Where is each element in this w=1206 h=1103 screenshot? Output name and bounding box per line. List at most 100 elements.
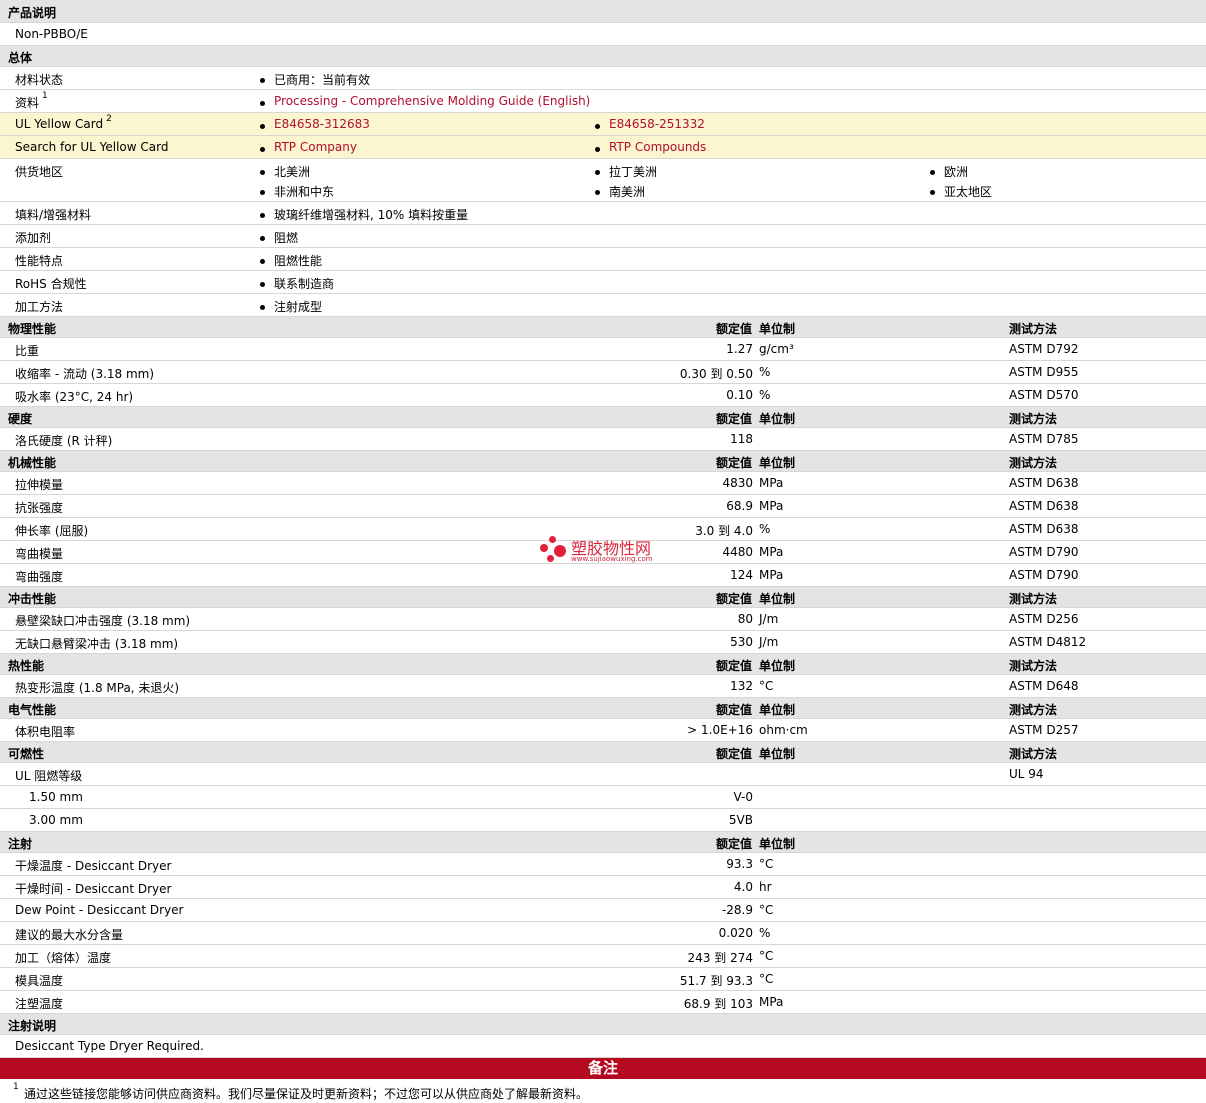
col-header-nominal: 额定值 — [715, 747, 752, 761]
watermark-logo: 塑胶物性网 www.sujiaowuxing.com — [540, 536, 670, 566]
injection-notes-text: Desiccant Type Dryer Required. — [15, 1039, 204, 1053]
section-title: 热性能 — [8, 659, 45, 673]
property-row: 比重 1.27 g/cm³ ASTM D792 — [0, 338, 1206, 361]
nominal-value: 3.0 到 4.0 — [695, 524, 753, 538]
nominal-value: 51.7 到 93.3 — [679, 974, 753, 988]
property-label: 弯曲强度 — [15, 570, 64, 584]
nominal-value: 4.0 — [733, 880, 753, 894]
property-row: 收缩率 - 流动 (3.18 mm) 0.30 到 0.50% ASTM D955 — [0, 361, 1206, 384]
nominal-value: 4480 — [722, 545, 753, 559]
col-header-nominal: 额定值 — [715, 703, 752, 717]
filler-value: 玻璃纤维增强材料, 10% 填料按重量 — [260, 206, 468, 223]
col-header-unit: 单位制 — [759, 659, 796, 673]
property-label: 注塑温度 — [15, 997, 64, 1011]
row-label: 供货地区 — [15, 165, 64, 179]
nominal-value: 4830 — [722, 476, 753, 490]
search-ul-card-row: Search for UL Yellow Card RTP Company RT… — [0, 136, 1206, 159]
property-label: 吸水率 (23°C, 24 hr) — [15, 390, 134, 404]
col-header-unit: 单位制 — [759, 456, 796, 470]
unit: J/m — [759, 635, 779, 649]
region-item: 非洲和中东 — [260, 183, 334, 200]
injection-notes-row: Desiccant Type Dryer Required. — [0, 1035, 1206, 1058]
row-label: UL Yellow Card 2 — [15, 114, 112, 131]
property-row: 注塑温度 68.9 到 103 MPa — [0, 991, 1206, 1014]
section-header-injection: 注射 额定值 单位制 — [0, 832, 1206, 853]
row-label: 资料 1 — [15, 91, 48, 110]
property-label: 伸长率 (屈服) — [15, 524, 89, 538]
watermark-dots-icon — [540, 536, 568, 564]
test-method: ASTM D638 — [1009, 499, 1079, 513]
property-label: 加工（熔体）温度 — [15, 951, 112, 965]
property-row: 干燥时间 - Desiccant Dryer 4.0 hr — [0, 876, 1206, 899]
property-row: 抗张强度 68.9 MPa ASTM D638 — [0, 495, 1206, 518]
unit: % — [759, 388, 771, 402]
search-link-rtp-compounds[interactable]: RTP Compounds — [595, 140, 706, 154]
flammability-rows: 1.50 mm V-0 3.00 mm 5VB — [0, 786, 1206, 832]
property-label: 收缩率 - 流动 (3.18 mm) — [15, 367, 155, 381]
footnote-marker: 2 — [106, 114, 112, 124]
row-label: UL 阻燃等级 — [15, 769, 83, 783]
injection-rows: 干燥温度 - Desiccant Dryer 93.3 °C 干燥时间 - Desic… — [0, 853, 1206, 1014]
nominal-value: 243 到 274 — [687, 951, 753, 965]
unit: MPa — [759, 499, 784, 513]
test-method: ASTM D790 — [1009, 568, 1079, 582]
literature-link[interactable]: Processing - Comprehensive Molding Guide… — [260, 94, 590, 108]
region-item: 欧洲 — [930, 163, 968, 180]
impact-rows: 悬壁梁缺口冲击强度 (3.18 mm) 80 J/m ASTM D256 无缺口悬臂梁冲… — [0, 608, 1206, 654]
features-row: 性能特点 阻燃性能 — [0, 248, 1206, 271]
ul-card-link-2[interactable]: E84658-251332 — [595, 117, 705, 131]
unit: °C — [759, 972, 774, 986]
region-item: 拉丁美洲 — [595, 163, 657, 180]
test-method: ASTM D4812 — [1009, 635, 1087, 649]
row-label: 加工方法 — [15, 300, 64, 314]
property-label: 体积电阻率 — [15, 725, 76, 739]
process-row: 加工方法 注射成型 — [0, 294, 1206, 317]
col-header-method: 测试方法 — [1009, 412, 1058, 426]
unit: MPa — [759, 995, 784, 1009]
process-value: 注射成型 — [260, 298, 322, 315]
col-header-unit: 单位制 — [759, 747, 796, 761]
property-label: 3.00 mm — [29, 813, 83, 827]
ul-card-link-1[interactable]: E84658-312683 — [260, 117, 370, 131]
search-link-rtp-company[interactable]: RTP Company — [260, 140, 357, 154]
col-header-nominal: 额定值 — [715, 837, 752, 851]
region-item: 南美洲 — [595, 183, 645, 200]
property-label: 热变形温度 (1.8 MPa, 未退火) — [15, 681, 180, 695]
unit: MPa — [759, 476, 784, 490]
nominal-value: 68.9 到 103 — [683, 997, 753, 1011]
row-label: Search for UL Yellow Card — [15, 140, 169, 154]
product-description-row: Non-PBBO/E — [0, 23, 1206, 46]
property-row: 吸水率 (23°C, 24 hr) 0.10% ASTM D570 — [0, 384, 1206, 407]
property-row: 加工（熔体）温度 243 到 274 °C — [0, 945, 1206, 968]
col-header-method: 测试方法 — [1009, 456, 1058, 470]
section-title: 产品说明 — [8, 6, 57, 20]
section-header-injection-notes: 注射说明 — [0, 1014, 1206, 1035]
notes-title: 备注 — [587, 1059, 618, 1077]
test-method: ASTM D792 — [1009, 342, 1079, 356]
col-header-method: 测试方法 — [1009, 322, 1058, 336]
test-method: ASTM D785 — [1009, 432, 1079, 446]
property-label: 干燥温度 - Desiccant Dryer — [15, 859, 172, 873]
property-row: 1.50 mm V-0 — [0, 786, 1206, 809]
col-header-unit: 单位制 — [759, 837, 796, 851]
features-value: 阻燃性能 — [260, 252, 322, 269]
property-row: 干燥温度 - Desiccant Dryer 93.3 °C — [0, 853, 1206, 876]
property-row: Dew Point - Desiccant Dryer -28.9 °C — [0, 899, 1206, 922]
section-title: 物理性能 — [8, 322, 57, 336]
property-row: 热变形温度 (1.8 MPa, 未退火) 132 °C ASTM D648 — [0, 675, 1206, 698]
property-row: 体积电阻率 > 1.0E+16 ohm·cm ASTM D257 — [0, 719, 1206, 742]
col-header-unit: 单位制 — [759, 592, 796, 606]
nominal-value: -28.9 — [721, 903, 753, 917]
section-title: 冲击性能 — [8, 592, 57, 606]
section-header-impact: 冲击性能 额定值 单位制 测试方法 — [0, 587, 1206, 608]
col-header-method: 测试方法 — [1009, 659, 1058, 673]
supply-region-row: 供货地区 北美洲 拉丁美洲 欧洲 非洲和中东 南美洲 亚太地区 — [0, 159, 1206, 202]
col-header-nominal: 额定值 — [715, 322, 752, 336]
mechanical-rows: 拉伸模量 4830 MPa ASTM D638 抗张强度 68.9 MPa ASTM D638… — [0, 472, 1206, 587]
physical-rows: 比重 1.27 g/cm³ ASTM D792 收缩率 - 流动 (3.18 mm) 0.… — [0, 338, 1206, 407]
nominal-value: 132 — [730, 679, 753, 693]
section-header-mechanical: 机械性能 额定值 单位制 测试方法 — [0, 451, 1206, 472]
col-header-unit: 单位制 — [759, 322, 796, 336]
property-row: 拉伸模量 4830 MPa ASTM D638 — [0, 472, 1206, 495]
row-label: RoHS 合规性 — [15, 277, 87, 291]
